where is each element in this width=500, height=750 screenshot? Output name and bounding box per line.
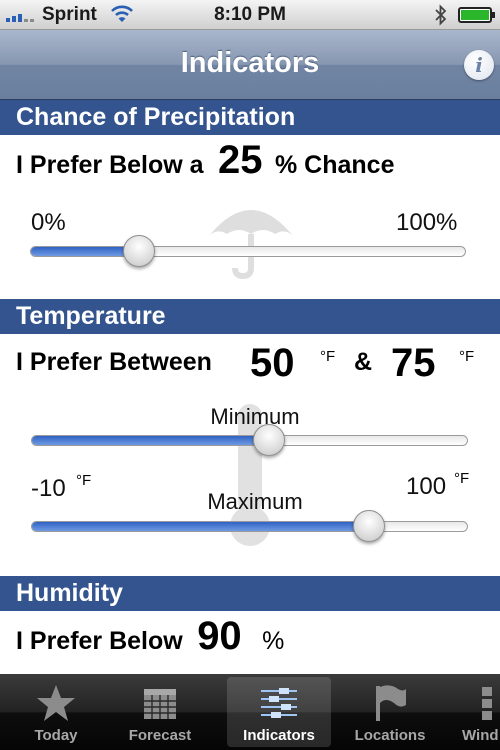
temperature-max-slider[interactable] <box>31 510 468 542</box>
tab-indicators[interactable]: Indicators <box>227 677 331 747</box>
sliders-icon <box>261 688 297 718</box>
temperature-connector: & <box>354 348 373 376</box>
tab-label: Forecast <box>128 727 192 744</box>
precipitation-min-label: 0% <box>31 209 66 236</box>
temperature-preference: I Prefer Between 50 °F & 75 °F <box>16 338 496 388</box>
bluetooth-icon <box>435 4 447 26</box>
tab-forecast[interactable]: Forecast <box>108 677 212 747</box>
page-title: Indicators <box>180 47 320 79</box>
humidity-value: 90 <box>197 614 242 658</box>
temperature-max-caption: Maximum <box>207 489 303 514</box>
slider-thumb[interactable] <box>253 424 285 456</box>
humidity-header: Humidity <box>0 576 500 611</box>
temperature-min-unit: °F <box>320 348 336 365</box>
temperature-range-low: -10 <box>31 475 66 502</box>
tab-label: Today <box>34 727 78 744</box>
slider-track <box>30 246 466 257</box>
calendar-icon <box>144 689 176 719</box>
humidity-prefix: I Prefer Below <box>16 627 183 655</box>
precipitation-header: Chance of Precipitation <box>0 100 500 135</box>
star-icon <box>37 685 75 721</box>
slider-track <box>31 521 468 532</box>
slider-fill <box>32 522 370 531</box>
temperature-header: Temperature <box>0 299 500 334</box>
temperature-range-low-unit: °F <box>76 472 92 489</box>
temperature-min-caption: Minimum <box>210 404 300 429</box>
precipitation-suffix: % Chance <box>274 151 395 179</box>
flag-icon <box>376 685 406 721</box>
tab-label: Indicators <box>243 727 315 744</box>
temperature-range-high-unit: °F <box>454 470 470 487</box>
temperature-min-value: 50 <box>250 341 295 385</box>
slider-track <box>31 435 468 446</box>
precipitation-max-label: 100% <box>396 209 458 236</box>
slider-thumb[interactable] <box>353 510 385 542</box>
status-bar: Sprint 8:10 PM <box>0 0 500 30</box>
tab-today[interactable]: Today <box>4 677 108 747</box>
temperature-max-value: 75 <box>391 341 436 385</box>
precipitation-slider[interactable] <box>30 235 466 267</box>
humidity-preference: I Prefer Below 90 % <box>16 614 284 659</box>
umbrella-icon <box>209 210 293 280</box>
status-time: 8:10 PM <box>214 4 286 25</box>
more-icon <box>482 687 492 720</box>
tab-bar: Today Forecast Indicators Locations Wind <box>0 674 500 750</box>
precipitation-preference: I Prefer Below a 25 % Chance <box>16 138 394 183</box>
tab-label: Locations <box>354 727 426 744</box>
tab-label: Wind <box>462 727 499 744</box>
battery-icon <box>458 7 495 23</box>
tab-locations[interactable]: Locations <box>338 677 442 747</box>
temperature-max-unit: °F <box>459 348 475 365</box>
slider-fill <box>32 436 270 445</box>
slider-thumb[interactable] <box>123 235 155 267</box>
humidity-suffix: % <box>262 627 285 655</box>
temperature-min-slider[interactable] <box>31 424 468 456</box>
temperature-range-high: 100 <box>406 473 447 500</box>
precipitation-prefix: I Prefer Below a <box>16 151 204 179</box>
info-button[interactable]: i <box>464 50 494 80</box>
temperature-prefix: I Prefer Between <box>16 348 212 376</box>
precipitation-value: 25 <box>218 138 263 182</box>
navigation-bar: Indicators i <box>0 30 500 100</box>
tab-wind[interactable]: Wind <box>448 677 500 747</box>
